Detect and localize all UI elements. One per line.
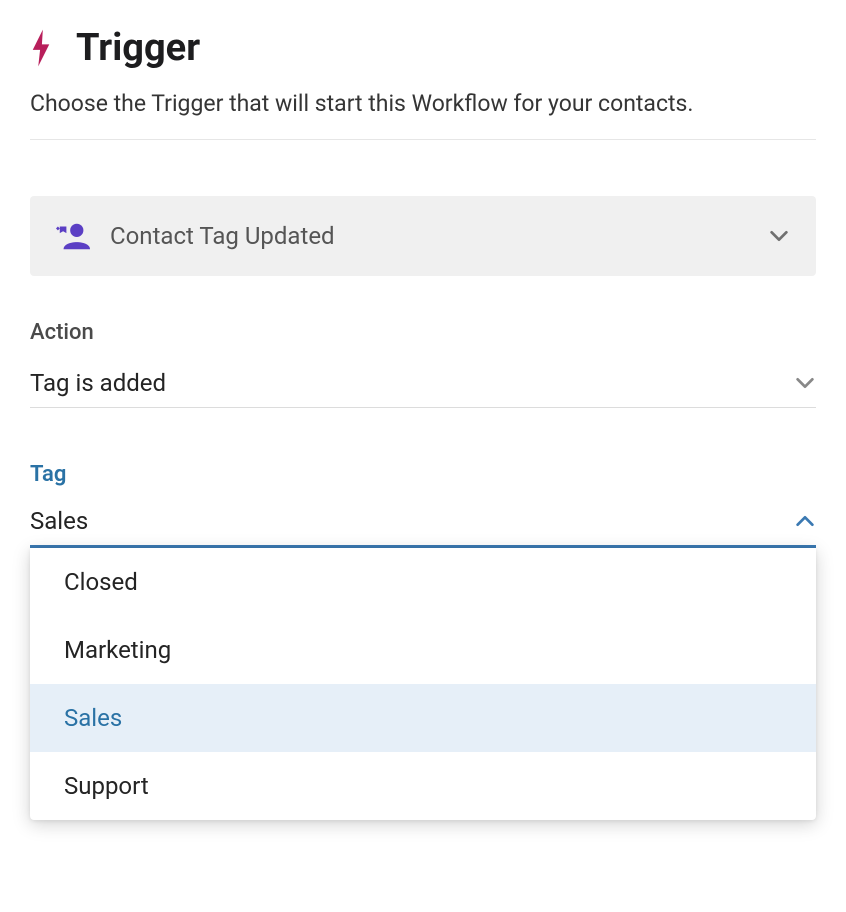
tag-dropdown: ClosedMarketingSalesSupport (30, 548, 816, 820)
action-select[interactable]: Tag is added (30, 361, 816, 408)
tag-option[interactable]: Support (30, 752, 816, 820)
page-subtitle: Choose the Trigger that will start this … (30, 90, 816, 140)
page-title: Trigger (76, 26, 200, 70)
chevron-down-icon (794, 372, 816, 394)
action-value: Tag is added (30, 369, 166, 397)
tag-option[interactable]: Closed (30, 548, 816, 616)
tag-option[interactable]: Sales (30, 684, 816, 752)
chevron-down-icon (768, 225, 790, 247)
tag-label: Tag (30, 462, 816, 487)
trigger-selected-label: Contact Tag Updated (110, 222, 748, 250)
tag-select[interactable]: Sales (30, 501, 816, 548)
tag-value: Sales (30, 507, 88, 535)
action-label: Action (30, 320, 816, 345)
trigger-select[interactable]: Contact Tag Updated (30, 196, 816, 276)
lightning-bolt-icon (30, 26, 58, 70)
tag-field: Tag Sales ClosedMarketingSalesSupport (30, 462, 816, 820)
tag-option[interactable]: Marketing (30, 616, 816, 684)
contact-tag-icon (56, 222, 90, 250)
page-header: Trigger (30, 26, 816, 90)
action-field: Action Tag is added (30, 320, 816, 408)
chevron-up-icon (794, 510, 816, 532)
